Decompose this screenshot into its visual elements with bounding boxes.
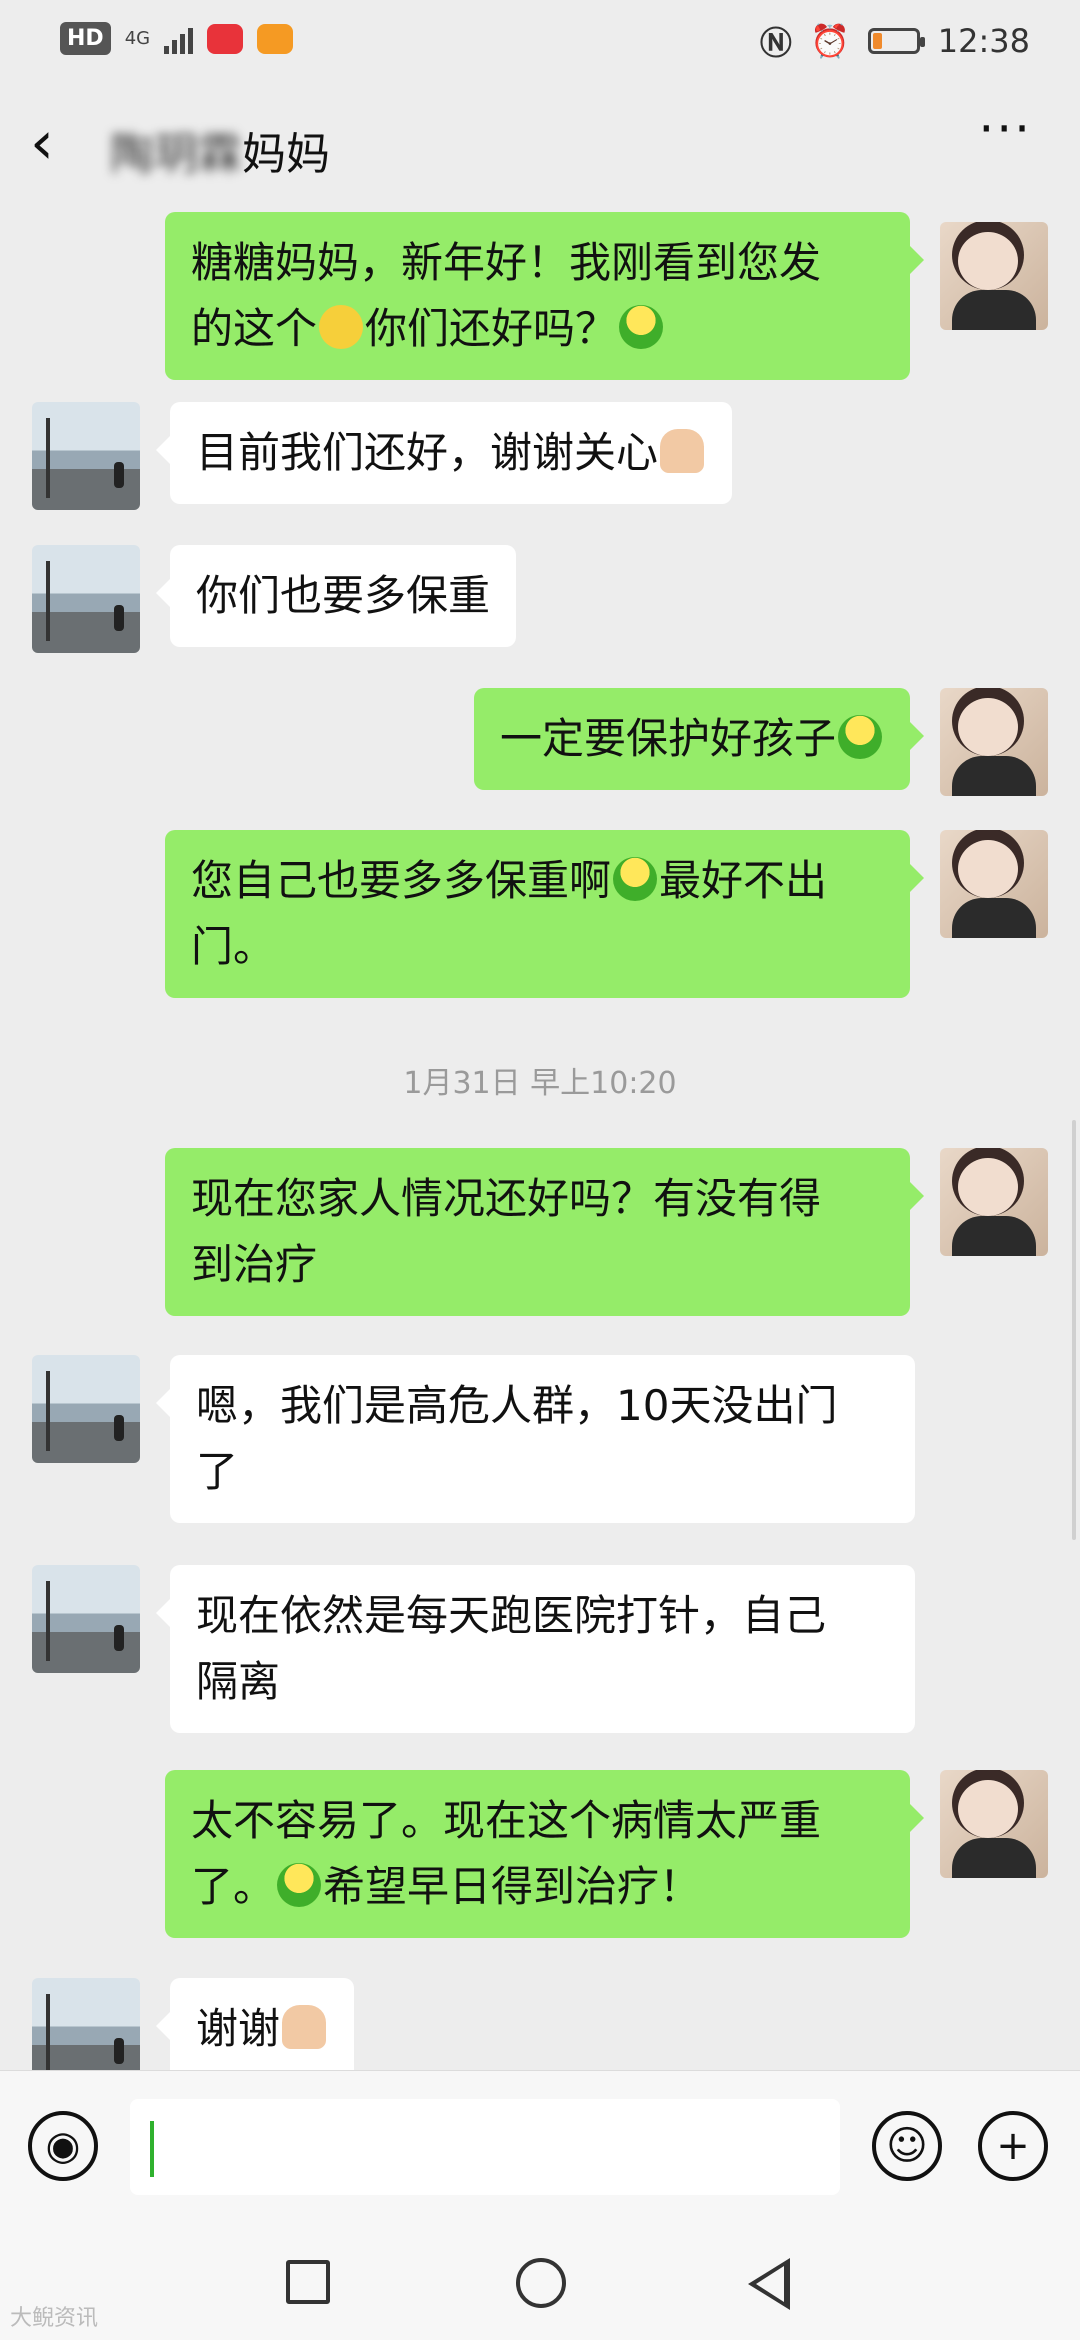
- message-text: 糖糖妈妈，新年好！我刚看到您发: [191, 238, 822, 287]
- message-bubble-me[interactable]: 糖糖妈妈，新年好！我刚看到您发 的这个 你们还好吗？: [165, 212, 924, 380]
- system-nav-bar: 大鲵资讯: [0, 2222, 1080, 2340]
- message-text: 门。: [191, 922, 276, 971]
- message-text: 谢谢: [196, 2004, 281, 2053]
- message-text: 现在您家人情况还好吗？有没有得: [191, 1174, 822, 1223]
- message-text: 希望早日得到治疗！: [323, 1862, 702, 1911]
- message-text: 目前我们还好，谢谢关心: [196, 428, 659, 477]
- battery-level: [872, 33, 882, 49]
- square-icon[interactable]: [286, 2260, 330, 2304]
- message-input[interactable]: [130, 2099, 840, 2195]
- signal-icon: [164, 24, 194, 54]
- hd-badge: HD: [60, 22, 111, 55]
- my-avatar[interactable]: [940, 1148, 1048, 1256]
- green-smile-emoji: [619, 305, 664, 349]
- alarm-icon: ⏰: [809, 22, 850, 60]
- message-text: 最好不出: [659, 856, 828, 905]
- status-right: Ⓝ ⏰ 12:38: [760, 18, 1030, 64]
- message-text: 的这个: [191, 304, 318, 353]
- watermark: 大鲵资讯: [10, 2306, 99, 2331]
- message-text: 一定要保护好孩子: [499, 714, 836, 763]
- scrollbar[interactable]: [1072, 1120, 1076, 1540]
- message-text: 您自己也要多多保重啊: [191, 856, 612, 905]
- my-avatar[interactable]: [940, 1770, 1048, 1878]
- nfc-icon: Ⓝ: [759, 24, 792, 62]
- circle-icon[interactable]: [516, 2258, 566, 2308]
- chevron-left-icon[interactable]: ‹: [30, 108, 54, 178]
- pray-emoji: [660, 429, 705, 473]
- message-text: 到治疗: [191, 1240, 318, 1289]
- input-bar: ◉ ☺ +: [0, 2070, 1080, 2223]
- message-bubble-friend[interactable]: 嗯，我们是高危人群，10天没出门 了: [156, 1355, 915, 1523]
- chat-timestamp: 1月31日 早上10:20: [403, 1066, 677, 1101]
- message-bubble-friend[interactable]: 现在依然是每天跑医院打针，自己 隔离: [156, 1565, 915, 1733]
- text-cursor: [150, 2121, 154, 2177]
- message-bubble-friend[interactable]: 你们也要多保重: [155, 545, 517, 647]
- friend-avatar[interactable]: [32, 545, 140, 653]
- chat-header: ‹ 陶玥霖妈妈 ···: [0, 90, 1080, 200]
- friend-avatar[interactable]: [32, 1978, 140, 2070]
- green-smile-emoji: [838, 715, 882, 759]
- green-smile-emoji: [613, 857, 658, 901]
- network-type: 4G: [124, 27, 151, 49]
- friend-avatar[interactable]: [32, 402, 140, 510]
- friend-avatar[interactable]: [32, 1355, 140, 1463]
- chat-messages[interactable]: 糖糖妈妈，新年好！我刚看到您发 的这个 你们还好吗？ 目前我们还好，谢谢关心 你们…: [0, 200, 1080, 2070]
- message-text: 嗯，我们是高危人群，10天没出门: [196, 1381, 838, 1430]
- message-text: 现在依然是每天跑医院打针，自己: [196, 1591, 827, 1640]
- crying-face-emoji: [319, 305, 364, 349]
- more-dots-icon[interactable]: ···: [978, 100, 1032, 158]
- voice-icon[interactable]: ◉: [28, 2111, 98, 2181]
- my-avatar[interactable]: [940, 222, 1048, 330]
- pray-emoji: [282, 2005, 327, 2049]
- message-bubble-friend[interactable]: 目前我们还好，谢谢关心: [155, 402, 733, 504]
- message-text: 你们也要多保重: [196, 571, 491, 620]
- huawei-app-icon: [207, 23, 244, 54]
- plus-icon[interactable]: +: [978, 2111, 1048, 2181]
- emoji-icon[interactable]: ☺: [872, 2111, 942, 2181]
- video-app-icon: [257, 23, 294, 54]
- my-avatar[interactable]: [940, 830, 1048, 938]
- message-text: 了: [196, 1447, 239, 1496]
- friend-avatar[interactable]: [32, 1565, 140, 1673]
- message-bubble-me[interactable]: 太不容易了。现在这个病情太严重 了。 希望早日得到治疗！: [165, 1770, 924, 1938]
- status-left: HD 4G: [60, 22, 294, 55]
- contact-name-suffix: 妈妈: [242, 129, 330, 180]
- contact-name-blurred: 陶玥霖: [110, 129, 242, 180]
- my-avatar[interactable]: [940, 688, 1048, 796]
- message-bubble-friend[interactable]: 谢谢: [155, 1978, 355, 2070]
- clock: 12:38: [937, 22, 1030, 60]
- message-text: 了。: [191, 1862, 276, 1911]
- green-smile-emoji: [277, 1863, 322, 1907]
- battery-icon: [867, 28, 925, 54]
- chat-title: 陶玥霖妈妈: [110, 118, 330, 182]
- message-text: 隔离: [196, 1657, 281, 1706]
- status-bar: HD 4G Ⓝ ⏰ 12:38: [0, 0, 1080, 80]
- triangle-back-icon[interactable]: [748, 2258, 790, 2310]
- message-bubble-me[interactable]: 您自己也要多多保重啊 最好不出 门。: [165, 830, 924, 998]
- message-text: 太不容易了。现在这个病情太严重: [191, 1796, 822, 1845]
- message-text: 你们还好吗？: [365, 304, 618, 353]
- message-bubble-me[interactable]: 一定要保护好孩子: [473, 688, 925, 790]
- message-bubble-me[interactable]: 现在您家人情况还好吗？有没有得 到治疗: [165, 1148, 924, 1316]
